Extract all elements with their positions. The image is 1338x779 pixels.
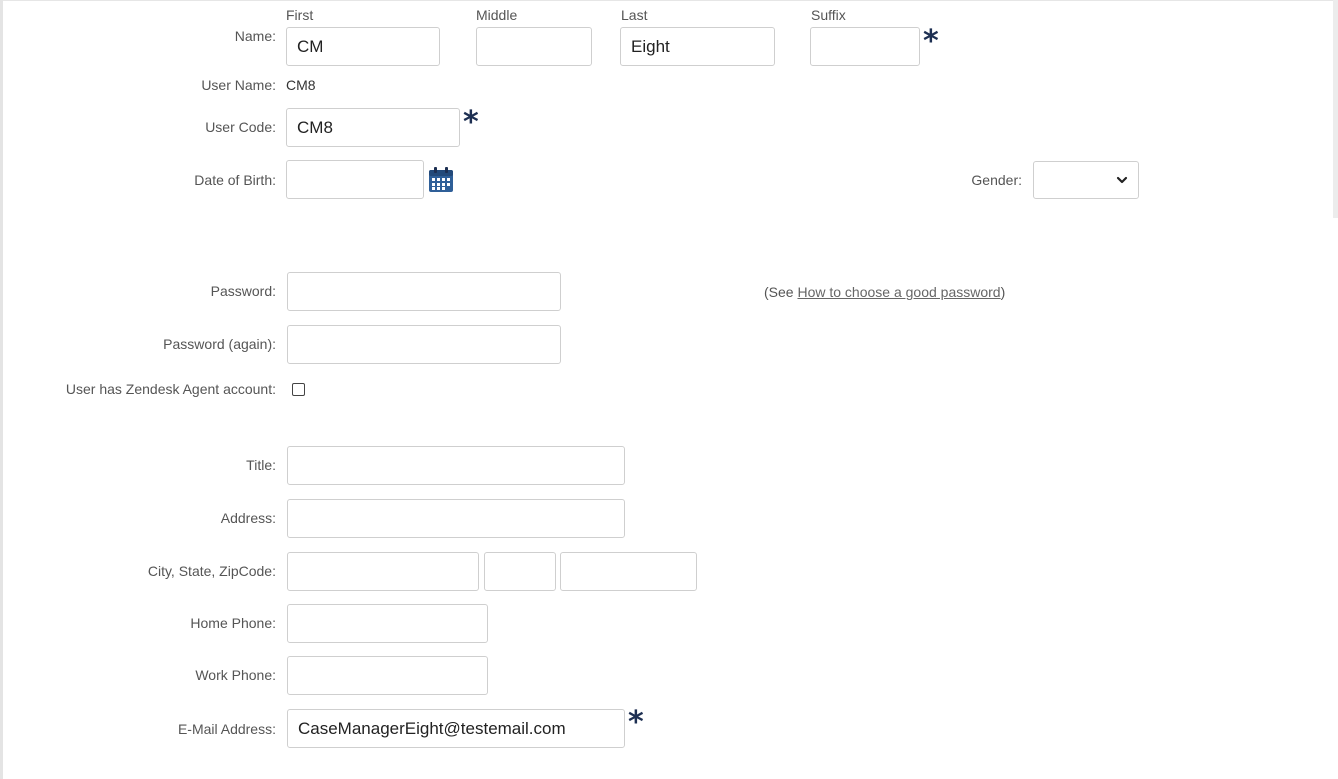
password-hint-suffix: ): [1000, 284, 1006, 300]
user-name-value: CM8: [286, 77, 316, 93]
chevron-down-icon: [1116, 176, 1128, 184]
password-again-label: Password (again):: [163, 336, 276, 352]
right-panel-edge: [1333, 0, 1338, 218]
password-hint-prefix: (See: [764, 284, 798, 300]
asterisk-icon: *: [463, 105, 479, 140]
suffix-sublabel: Suffix: [811, 7, 846, 23]
good-password-link[interactable]: How to choose a good password: [797, 284, 1000, 300]
left-border: [0, 0, 3, 779]
zendesk-label: User has Zendesk Agent account:: [65, 381, 276, 397]
zendesk-checkbox[interactable]: [292, 383, 305, 396]
suffix-input[interactable]: [810, 27, 920, 66]
password-label: Password:: [210, 283, 276, 299]
calendar-icon[interactable]: [427, 166, 455, 194]
password-again-input[interactable]: [287, 325, 561, 364]
address-label: Address:: [220, 510, 276, 526]
home-phone-input[interactable]: [287, 604, 488, 643]
email-input[interactable]: [287, 709, 625, 748]
name-label: Name:: [234, 28, 276, 44]
home-phone-label: Home Phone:: [190, 615, 276, 631]
first-name-sublabel: First: [286, 7, 314, 23]
user-code-input[interactable]: [286, 108, 460, 147]
city-input[interactable]: [287, 552, 479, 591]
state-input[interactable]: [484, 552, 556, 591]
city-state-zip-label: City, State, ZipCode:: [147, 563, 276, 579]
gender-select[interactable]: [1033, 161, 1139, 199]
asterisk-icon: *: [628, 705, 644, 740]
user-code-label: User Code:: [205, 119, 276, 135]
top-border: [0, 0, 1338, 1]
last-name-sublabel: Last: [621, 7, 648, 23]
password-input[interactable]: [287, 272, 561, 311]
zip-input[interactable]: [560, 552, 697, 591]
work-phone-label: Work Phone:: [195, 667, 276, 683]
dob-input[interactable]: [286, 160, 424, 199]
title-input[interactable]: [287, 446, 625, 485]
middle-name-sublabel: Middle: [476, 7, 518, 23]
work-phone-input[interactable]: [287, 656, 488, 695]
asterisk-icon: *: [923, 24, 939, 59]
gender-label: Gender:: [971, 172, 1022, 188]
password-hint: (See How to choose a good password): [764, 284, 1005, 300]
user-name-label: User Name:: [201, 77, 276, 93]
address-input[interactable]: [287, 499, 625, 538]
title-label: Title:: [246, 457, 276, 473]
first-name-input[interactable]: [286, 27, 440, 66]
middle-name-input[interactable]: [476, 27, 592, 66]
email-label: E-Mail Address:: [177, 721, 276, 737]
dob-label: Date of Birth:: [194, 172, 276, 188]
last-name-input[interactable]: [620, 27, 775, 66]
